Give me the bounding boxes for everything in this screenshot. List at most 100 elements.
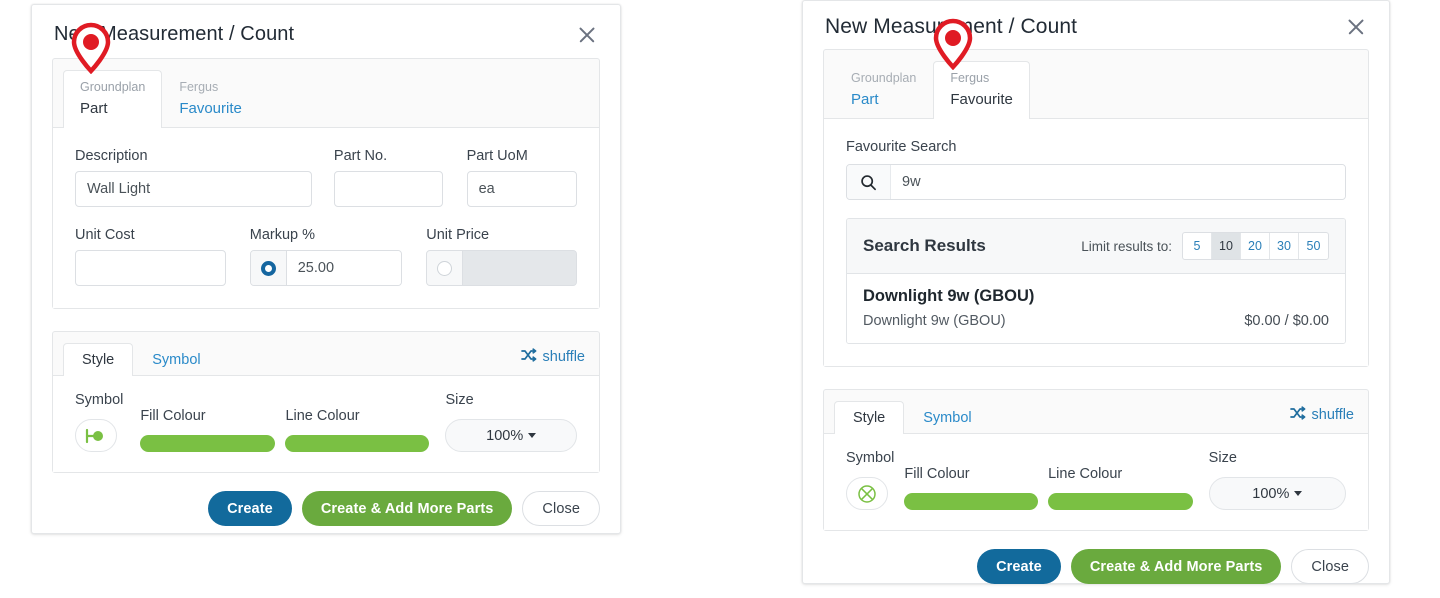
line-dot-symbol-icon[interactable]: [75, 419, 117, 453]
dialog-footer-right: Create Create & Add More Parts Close: [803, 531, 1389, 598]
tab-fergus-favourite[interactable]: Fergus Favourite: [162, 70, 259, 128]
create-add-more-parts-button[interactable]: Create & Add More Parts: [301, 491, 513, 527]
unit-price-input[interactable]: [463, 251, 576, 286]
style-card-right: Style Symbol shuffle Symbol Fill Colour …: [823, 389, 1369, 532]
crossed-circle-symbol-icon[interactable]: [846, 477, 888, 511]
line-colour-swatch[interactable]: [285, 435, 430, 453]
part-uom-label: Part UoM: [466, 148, 528, 165]
markup-input[interactable]: [286, 251, 402, 286]
style-body: Symbol Fill Colour Line Colour Size 100%: [53, 376, 599, 473]
chevron-down-icon: [1294, 491, 1303, 497]
line-colour-swatch[interactable]: [1048, 493, 1193, 511]
field-part-uom: Part UoM: [466, 148, 577, 208]
fill-colour-label: Fill Colour: [140, 408, 206, 425]
shuffle-icon: [520, 348, 537, 366]
style-grid: Symbol Fill Colour Line Colour Size 100%: [75, 392, 577, 453]
description-input[interactable]: [75, 171, 312, 208]
close-button[interactable]: Close: [1291, 549, 1369, 585]
tab-style[interactable]: Style: [834, 401, 905, 435]
fill-colour-label: Fill Colour: [904, 466, 970, 483]
favourite-search-field: [846, 164, 1346, 201]
create-button[interactable]: Create: [208, 491, 292, 527]
close-icon[interactable]: [576, 24, 598, 46]
screenshot-stage: New Measurement / Count Groundplan Part …: [0, 0, 1440, 598]
part-no-input[interactable]: [333, 171, 443, 208]
result-price: $0.00 / $0.00: [1244, 313, 1329, 330]
markup-group: [249, 250, 403, 287]
col-line-colour: Line Colour: [1048, 466, 1193, 511]
size-dropdown[interactable]: 100%: [1208, 477, 1347, 511]
unit-cost-input[interactable]: [75, 250, 226, 287]
tab-groundplan-part-label: Part: [851, 91, 879, 109]
dialog-header: New Measurement / Count: [32, 5, 620, 58]
size-label: Size: [445, 392, 474, 409]
limit-results-control: Limit results to: 5 10 20 30 50: [1081, 232, 1329, 261]
style-body-right: Symbol Fill Colour Line Colour Size 100%: [824, 434, 1368, 531]
limit-results-buttons: 5 10 20 30 50: [1182, 232, 1329, 261]
tab-fergus-favourite-sub: Fergus: [179, 80, 219, 94]
symbol-label: Symbol: [75, 392, 124, 409]
fill-colour-swatch[interactable]: [140, 435, 276, 453]
form-row-1: Description Part No. Part UoM: [75, 148, 577, 208]
unit-price-radio[interactable]: [427, 251, 464, 286]
search-results-title: Search Results: [863, 236, 986, 256]
limit-results-label: Limit results to:: [1081, 238, 1172, 254]
size-value: 100%: [486, 427, 524, 444]
unit-price-group: [426, 250, 577, 287]
field-markup: Markup %: [249, 227, 403, 287]
list-item[interactable]: Downlight 9w (GBOU) Downlight 9w (GBOU) …: [847, 274, 1345, 344]
style-tab-bar: Style Symbol shuffle: [53, 332, 599, 377]
tab-groundplan-part-label: Part: [80, 99, 108, 117]
close-icon[interactable]: [1345, 16, 1367, 38]
dialog-footer-left: Create Create & Add More Parts Close: [32, 473, 620, 542]
limit-option-10[interactable]: 10: [1212, 233, 1241, 260]
tab-fergus-favourite[interactable]: Fergus Favourite: [933, 61, 1030, 120]
tab-symbol[interactable]: Symbol: [904, 401, 990, 434]
dialog-header-right: New Measurement / Count: [803, 1, 1389, 49]
limit-option-30[interactable]: 30: [1270, 233, 1299, 260]
page-title: New Measurement / Count: [54, 23, 295, 45]
tab-fergus-favourite-label: Favourite: [179, 99, 242, 117]
create-add-more-parts-button[interactable]: Create & Add More Parts: [1070, 549, 1282, 585]
limit-option-50[interactable]: 50: [1299, 233, 1328, 259]
create-button[interactable]: Create: [977, 549, 1061, 585]
tab-bar-right: Groundplan Part Fergus Favourite: [824, 50, 1368, 120]
form-row-2: Unit Cost Markup % Unit Price: [75, 227, 577, 287]
symbol-label: Symbol: [846, 450, 895, 467]
tab-groundplan-part[interactable]: Groundplan Part: [834, 61, 933, 119]
result-name: Downlight 9w (GBOU): [863, 287, 1035, 306]
size-dropdown[interactable]: 100%: [445, 419, 577, 453]
limit-option-5[interactable]: 5: [1183, 233, 1212, 260]
shuffle-button[interactable]: shuffle: [1289, 406, 1354, 424]
tab-groundplan-part-sub: Groundplan: [80, 80, 146, 94]
tab-groundplan-part[interactable]: Groundplan Part: [63, 70, 163, 129]
field-part-no: Part No.: [333, 148, 443, 208]
part-uom-input[interactable]: [466, 171, 577, 208]
shuffle-label: shuffle: [1311, 407, 1354, 424]
tab-symbol[interactable]: Symbol: [133, 343, 219, 376]
line-colour-label: Line Colour: [1048, 466, 1123, 483]
close-button[interactable]: Close: [522, 491, 600, 527]
field-description: Description: [75, 148, 312, 208]
col-symbol: Symbol: [846, 450, 895, 511]
col-size: Size 100%: [1208, 450, 1347, 511]
tab-groundplan-part-sub: Groundplan: [851, 71, 917, 86]
result-description: Downlight 9w (GBOU): [863, 313, 1006, 330]
fill-colour-swatch[interactable]: [904, 493, 1039, 511]
description-label: Description: [75, 148, 148, 165]
col-size: Size 100%: [445, 392, 577, 453]
tab-style[interactable]: Style: [63, 343, 134, 377]
limit-option-20[interactable]: 20: [1241, 233, 1270, 260]
shuffle-button[interactable]: shuffle: [520, 348, 585, 366]
radio-selected-icon: [260, 260, 276, 276]
col-fill-colour: Fill Colour: [904, 466, 1039, 511]
favourite-search-input[interactable]: [891, 165, 1345, 200]
size-label: Size: [1208, 450, 1237, 467]
line-colour-label: Line Colour: [285, 408, 360, 425]
favourite-search-label: Favourite Search: [846, 139, 957, 156]
favourite-tabs-card: Groundplan Part Fergus Favourite Favouri…: [823, 49, 1369, 368]
search-results-card: Search Results Limit results to: 5 10 20…: [846, 218, 1346, 345]
markup-radio[interactable]: [250, 251, 287, 286]
shuffle-label: shuffle: [542, 349, 585, 366]
style-card-left: Style Symbol shuffle Symbol Fill Colour …: [52, 331, 600, 474]
